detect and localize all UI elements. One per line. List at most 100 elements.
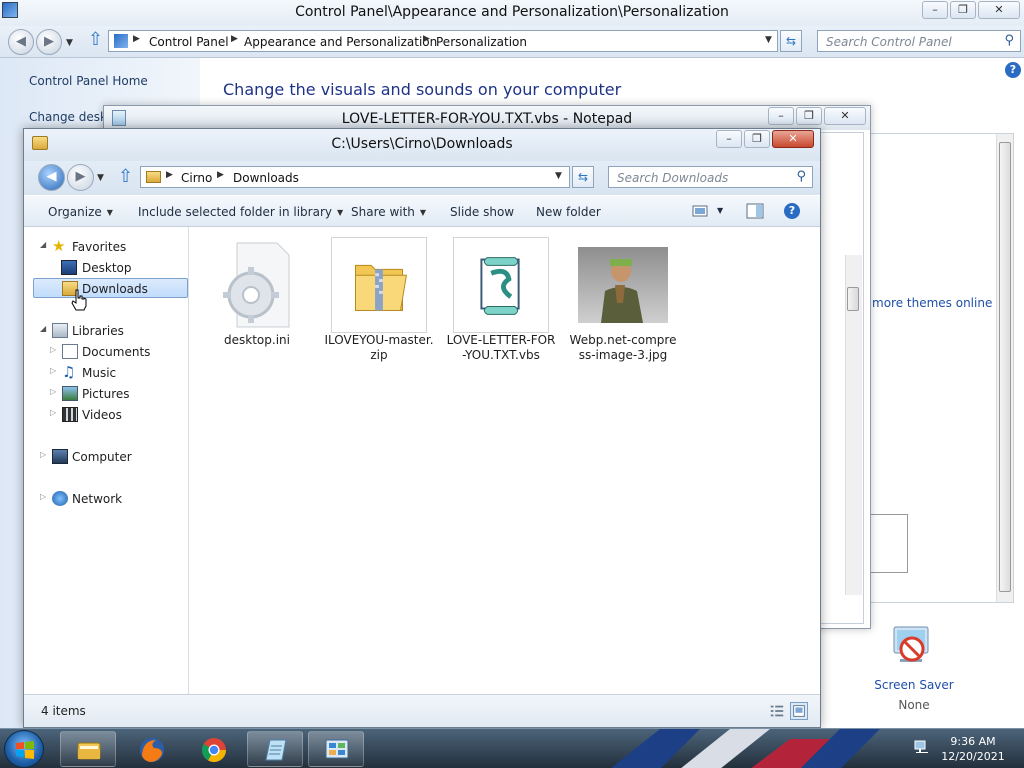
- collapse-triangle-icon[interactable]: ◢: [40, 324, 46, 333]
- forward-button[interactable]: ▶: [36, 29, 62, 55]
- file-list: desktop.ini ILOVEYOU-master.zip LOVE-LET…: [190, 227, 820, 694]
- expand-triangle-icon[interactable]: ▷: [50, 408, 56, 417]
- tree-videos[interactable]: ▷ Videos: [50, 405, 188, 425]
- control-panel-titlebar[interactable]: Control Panel\Appearance and Personaliza…: [0, 0, 1024, 26]
- network-icon: [52, 491, 68, 506]
- close-button[interactable]: ✕: [772, 130, 814, 148]
- expand-triangle-icon[interactable]: ▷: [50, 387, 56, 396]
- themes-scrollbar[interactable]: [996, 134, 1013, 602]
- tree-favorites[interactable]: ◢ ★ Favorites: [40, 237, 188, 257]
- scrollbar-thumb[interactable]: [847, 287, 859, 311]
- breadcrumb-appearance[interactable]: Appearance and Personalization: [244, 35, 437, 49]
- refresh-icon: ⇆: [577, 170, 589, 184]
- share-with-button[interactable]: Share with ▼: [351, 205, 426, 219]
- control-panel-icon: [114, 34, 128, 48]
- expand-triangle-icon[interactable]: ▷: [40, 450, 46, 459]
- recent-pages-dropdown[interactable]: ▼: [97, 173, 104, 183]
- minimize-button[interactable]: –: [768, 107, 794, 125]
- back-button[interactable]: ◀: [38, 164, 65, 191]
- address-bar[interactable]: ▶ Control Panel ▶ Appearance and Persona…: [108, 30, 778, 52]
- libraries-icon: [52, 323, 68, 338]
- tree-label: Libraries: [72, 324, 124, 338]
- expand-triangle-icon[interactable]: ▷: [40, 492, 46, 501]
- taskbar-chrome[interactable]: [185, 731, 241, 767]
- tree-label: Desktop: [82, 261, 132, 275]
- search-input[interactable]: Search Control Panel ⚲: [817, 30, 1021, 52]
- control-panel-navbar: ◀ ▶ ▼ ⇧ ▶ Control Panel ▶ Appearance and…: [0, 26, 1024, 58]
- explorer-titlebar[interactable]: C:\Users\Cirno\Downloads – ❐ ✕: [24, 129, 820, 161]
- explorer-navbar: ◀ ▶ ▼ ⇧ ▶ Cirno ▶ Downloads ▼ ⇆ Search D…: [24, 161, 820, 195]
- tree-documents[interactable]: ▷ Documents: [50, 342, 188, 362]
- minimize-button[interactable]: –: [716, 130, 742, 148]
- close-button[interactable]: ✕: [978, 1, 1020, 19]
- back-button[interactable]: ◀: [8, 29, 34, 55]
- get-more-themes-link[interactable]: more themes online: [872, 296, 992, 310]
- network-tray-icon[interactable]: [914, 740, 930, 754]
- breadcrumb-personalization[interactable]: Personalization: [436, 35, 527, 49]
- system-clock[interactable]: 9:36 AM 12/20/2021: [940, 734, 1006, 764]
- chrome-icon: [201, 738, 226, 763]
- collapse-triangle-icon[interactable]: ◢: [40, 240, 46, 249]
- navigation-pane: ◢ ★ Favorites Desktop Downloads ◢ Librar…: [24, 227, 189, 694]
- desktop-icon: [61, 260, 77, 275]
- details-view-icon[interactable]: [768, 702, 786, 720]
- change-view-icon[interactable]: [692, 203, 710, 219]
- tree-desktop[interactable]: Desktop: [57, 258, 187, 278]
- scrollbar-thumb[interactable]: [999, 142, 1011, 592]
- chevron-right-icon: ▶: [166, 170, 173, 180]
- search-input[interactable]: Search Downloads ⚲: [608, 166, 813, 188]
- expand-triangle-icon[interactable]: ▷: [50, 366, 56, 375]
- maximize-button[interactable]: ❐: [744, 130, 770, 148]
- breadcrumb-downloads[interactable]: Downloads: [233, 171, 299, 185]
- organize-button[interactable]: Organize ▼: [48, 205, 113, 219]
- screen-saver-icon[interactable]: [890, 625, 934, 669]
- zip-folder-icon: [355, 264, 407, 311]
- taskbar-firefox[interactable]: [123, 731, 179, 767]
- start-button[interactable]: [4, 730, 44, 768]
- include-label: Include selected folder in library: [138, 205, 332, 219]
- maximize-button[interactable]: ❐: [950, 1, 976, 19]
- tree-libraries[interactable]: ◢ Libraries: [40, 321, 188, 341]
- address-dropdown-icon[interactable]: ▼: [555, 171, 562, 181]
- breadcrumb-cirno[interactable]: Cirno: [181, 171, 212, 185]
- tree-computer[interactable]: ▷ Computer: [40, 447, 188, 467]
- search-icon[interactable]: ⚲: [1004, 33, 1014, 48]
- screen-saver-label[interactable]: Screen Saver: [868, 678, 960, 692]
- up-arrow-icon[interactable]: ⇧: [88, 29, 103, 50]
- new-folder-button[interactable]: New folder: [536, 205, 601, 219]
- expand-triangle-icon[interactable]: ▷: [50, 345, 56, 354]
- tree-downloads[interactable]: Downloads: [33, 278, 188, 298]
- help-icon[interactable]: ?: [784, 203, 800, 219]
- address-bar[interactable]: ▶ Cirno ▶ Downloads ▼: [140, 166, 570, 188]
- tree-network[interactable]: ▷ Network: [40, 489, 188, 509]
- search-placeholder: Search Downloads: [617, 171, 729, 185]
- taskbar-explorer[interactable]: [60, 731, 116, 767]
- forward-button[interactable]: ▶: [67, 164, 94, 191]
- large-icons-view-icon[interactable]: [790, 702, 808, 720]
- view-options-dropdown[interactable]: ▼: [717, 206, 723, 215]
- taskbar-control-panel[interactable]: [308, 731, 364, 767]
- refresh-button[interactable]: ⇆: [780, 30, 802, 52]
- up-arrow-icon[interactable]: ⇧: [118, 166, 133, 187]
- documents-icon: [62, 344, 78, 359]
- address-dropdown-icon[interactable]: ▼: [765, 35, 772, 45]
- close-button[interactable]: ✕: [824, 107, 866, 125]
- minimize-button[interactable]: –: [922, 1, 948, 19]
- taskbar-notepad[interactable]: [247, 731, 303, 767]
- tree-pictures[interactable]: ▷ Pictures: [50, 384, 188, 404]
- include-in-library-button[interactable]: Include selected folder in library ▼: [138, 205, 343, 219]
- hand-cursor-icon: [71, 289, 87, 311]
- slide-show-button[interactable]: Slide show: [450, 205, 514, 219]
- maximize-button[interactable]: ❐: [796, 107, 822, 125]
- search-icon[interactable]: ⚲: [796, 169, 806, 184]
- refresh-button[interactable]: ⇆: [572, 166, 594, 188]
- preview-pane-icon[interactable]: [746, 203, 764, 219]
- notepad-titlebar[interactable]: LOVE-LETTER-FOR-YOU.TXT.vbs - Notepad – …: [104, 106, 870, 130]
- recent-pages-dropdown[interactable]: ▼: [66, 38, 73, 48]
- help-icon[interactable]: ?: [1005, 62, 1021, 78]
- breadcrumb-control-panel[interactable]: Control Panel: [149, 35, 229, 49]
- tree-music[interactable]: ▷ ♫ Music: [50, 363, 188, 383]
- tree-label: Computer: [72, 450, 132, 464]
- zip-folder-thumb: [331, 237, 427, 333]
- control-panel-home-link[interactable]: Control Panel Home: [29, 74, 148, 88]
